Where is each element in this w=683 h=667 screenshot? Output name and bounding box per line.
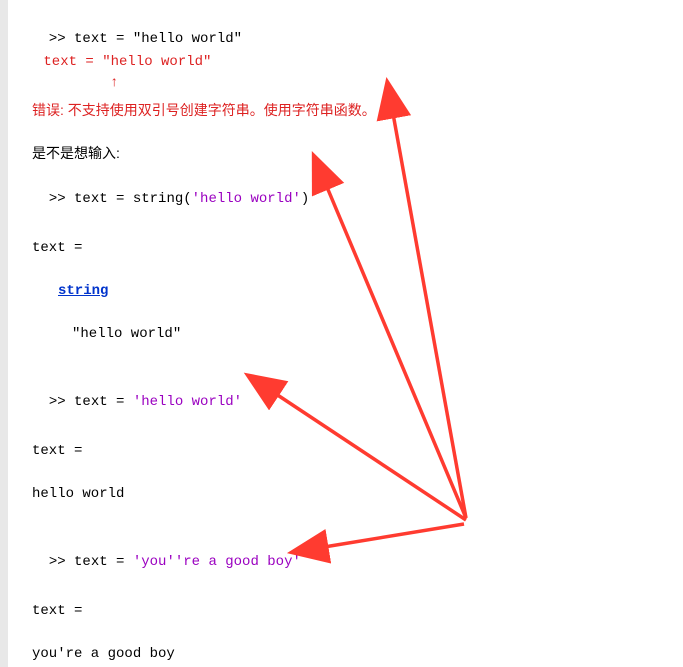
prompt-symbol: >> — [49, 554, 74, 570]
assign-text: text = string( — [74, 191, 192, 207]
command-line-1: >> text = "hello world" — [32, 8, 659, 50]
error-echo-line: text = "hello world" — [35, 52, 659, 73]
output-value-2: hello world — [32, 484, 659, 505]
string-link[interactable]: string — [58, 281, 108, 302]
close-paren: ) — [301, 191, 309, 207]
output-value-3: you're a good boy — [32, 644, 659, 665]
command-line-3: >> text = 'hello world' — [32, 371, 659, 413]
string-literal: 'hello world' — [192, 191, 301, 207]
suggestion-label: 是不是想输入: — [32, 143, 659, 164]
output-label-2: text = — [32, 441, 659, 462]
output-label-3: text = — [32, 601, 659, 622]
assign-text: text = — [74, 394, 133, 410]
output-value-1: "hello world" — [72, 324, 659, 345]
output-label-1: text = — [32, 238, 659, 259]
string-literal: "hello world" — [133, 31, 242, 47]
assign-text: text = — [74, 554, 133, 570]
command-line-2: >> text = string('hello world') — [32, 168, 659, 210]
string-literal: 'you''re a good boy' — [133, 554, 301, 570]
string-literal: 'hello world' — [133, 394, 242, 410]
prompt-symbol: >> — [49, 191, 74, 207]
command-line-4: >> text = 'you''re a good boy' — [32, 531, 659, 573]
prompt-symbol: >> — [49, 31, 74, 47]
prompt-symbol: >> — [49, 394, 74, 410]
error-message: 错误: 不支持使用双引号创建字符串。使用字符串函数。 — [32, 100, 659, 121]
assign-text: text = — [74, 31, 133, 47]
error-caret: ↑ — [110, 73, 659, 94]
